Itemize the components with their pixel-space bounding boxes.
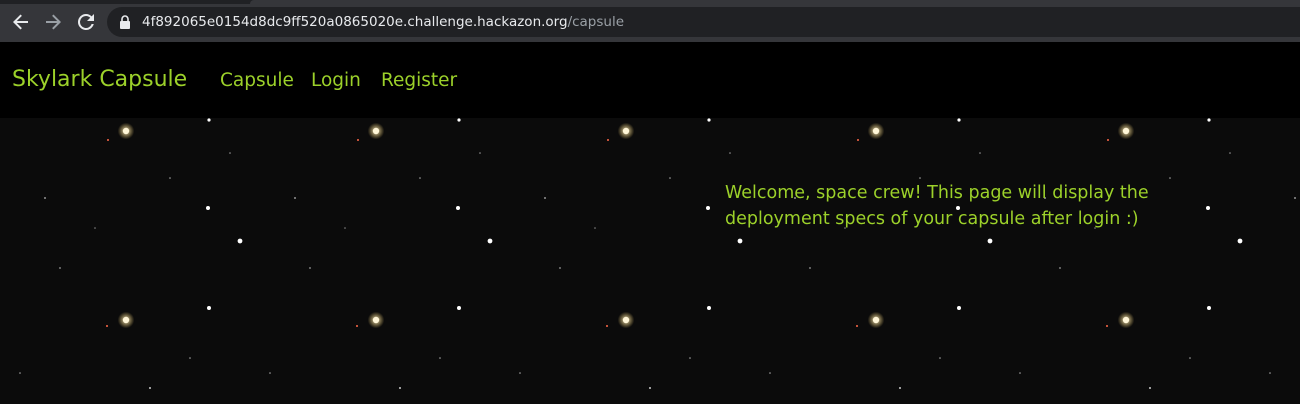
url-text: 4f892065e0154d8dc9ff520a0865020e.challen… — [142, 14, 624, 30]
star — [457, 118, 461, 122]
star — [857, 139, 859, 141]
star — [309, 267, 311, 269]
star — [1237, 238, 1243, 244]
star — [122, 127, 130, 135]
star — [669, 177, 671, 179]
reload-button[interactable] — [75, 11, 97, 33]
star — [149, 387, 151, 389]
star — [987, 238, 993, 244]
star — [939, 357, 941, 359]
star — [269, 372, 271, 374]
star — [1229, 152, 1231, 154]
star — [439, 357, 441, 359]
star — [207, 118, 211, 122]
star — [487, 238, 493, 244]
star — [649, 387, 651, 389]
star — [1106, 325, 1108, 327]
star — [1019, 372, 1021, 374]
star — [769, 372, 771, 374]
star — [706, 206, 710, 210]
star — [1107, 139, 1109, 141]
star — [1059, 267, 1061, 269]
star — [622, 127, 630, 135]
welcome-message: Welcome, space crew! This page will disp… — [725, 183, 1149, 229]
star — [419, 177, 421, 179]
star — [544, 197, 546, 199]
star — [207, 306, 211, 310]
star — [1122, 316, 1130, 324]
star — [689, 357, 691, 359]
star — [456, 206, 460, 210]
star — [372, 127, 380, 135]
star — [559, 267, 561, 269]
nav-link-register[interactable]: Register — [381, 70, 457, 91]
star — [729, 152, 731, 154]
star — [19, 372, 21, 374]
star — [94, 227, 96, 229]
star — [107, 139, 109, 141]
nav-link-capsule[interactable]: Capsule — [220, 70, 294, 91]
star — [707, 306, 711, 310]
star — [189, 357, 191, 359]
star — [872, 127, 880, 135]
star — [957, 118, 961, 122]
star — [622, 316, 630, 324]
star — [809, 267, 811, 269]
star — [457, 306, 461, 310]
star — [206, 206, 210, 210]
star — [372, 316, 380, 324]
nav-link-login[interactable]: Login — [311, 70, 361, 91]
active-tab-edge — [250, 0, 1300, 4]
star — [357, 139, 359, 141]
forward-button[interactable] — [42, 11, 64, 33]
browser-toolbar: 4f892065e0154d8dc9ff520a0865020e.challen… — [0, 0, 1300, 42]
star — [399, 387, 401, 389]
reload-icon — [78, 14, 94, 30]
star — [1269, 372, 1271, 374]
star — [294, 197, 296, 199]
arrow-left-icon — [13, 14, 28, 30]
star — [106, 325, 108, 327]
star — [59, 267, 61, 269]
star — [737, 238, 743, 244]
star — [44, 197, 46, 199]
star — [519, 372, 521, 374]
starfield-background — [19, 118, 1296, 389]
brand-link[interactable]: Skylark Capsule — [12, 67, 187, 92]
star — [1189, 357, 1191, 359]
star — [607, 139, 609, 141]
star — [1294, 197, 1296, 199]
address-bar[interactable]: 4f892065e0154d8dc9ff520a0865020e.challen… — [107, 7, 1300, 37]
star — [169, 177, 171, 179]
url-path: /capsule — [567, 14, 625, 30]
url-host: 4f892065e0154d8dc9ff520a0865020e.challen… — [142, 14, 568, 30]
star — [606, 325, 608, 327]
star — [594, 227, 596, 229]
star — [707, 118, 711, 122]
star — [356, 325, 358, 327]
back-button[interactable] — [10, 11, 32, 33]
star — [1207, 306, 1211, 310]
star — [237, 238, 243, 244]
star — [957, 306, 961, 310]
lock-icon — [120, 15, 130, 29]
star — [479, 152, 481, 154]
star — [1149, 387, 1151, 389]
star — [1122, 127, 1130, 135]
hero-section: Welcome, space crew! This page will disp… — [0, 118, 1300, 404]
arrow-right-icon — [46, 14, 61, 30]
star — [919, 177, 921, 179]
star — [899, 387, 901, 389]
star — [122, 316, 130, 324]
star — [229, 152, 231, 154]
star — [872, 316, 880, 324]
star — [1207, 118, 1211, 122]
site-navbar: Skylark Capsule Capsule Login Register — [0, 42, 1300, 118]
star — [344, 227, 346, 229]
star — [1206, 206, 1210, 210]
tab-strip — [0, 0, 1300, 4]
star — [979, 152, 981, 154]
star — [856, 325, 858, 327]
star — [1169, 177, 1171, 179]
